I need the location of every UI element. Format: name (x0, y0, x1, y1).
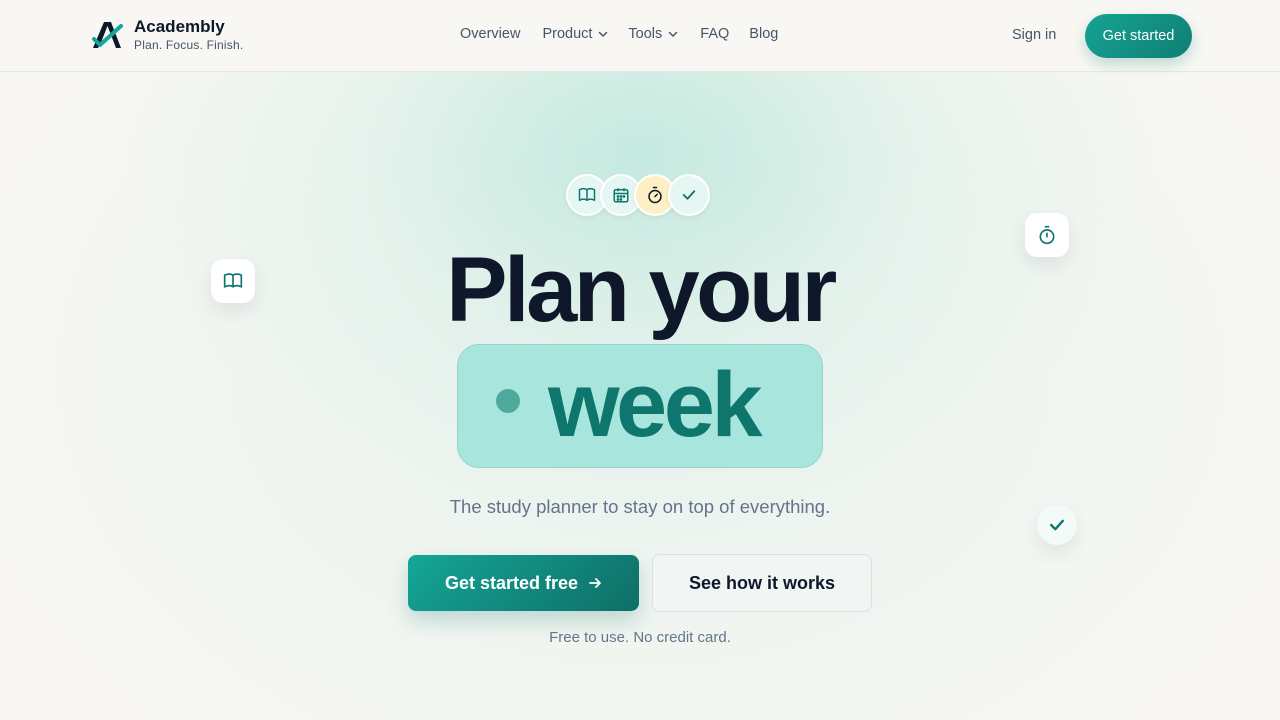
nav-item-blog[interactable]: Blog (749, 26, 778, 42)
hero-icon-cluster (566, 174, 710, 216)
hero-title: Plan your (446, 239, 837, 341)
logo-mark-icon (92, 22, 123, 48)
pill-dot (496, 389, 520, 413)
hero-highlight-pill: week (457, 344, 823, 468)
main-nav: Overview Product Tools FAQ Blog (460, 26, 778, 42)
nav-item-product[interactable]: Product (542, 26, 608, 42)
get-started-free-button[interactable]: Get started free (408, 555, 639, 611)
site-header: Academbly Plan. Focus. Finish. Overview … (0, 0, 1280, 72)
get-started-button[interactable]: Get started (1085, 14, 1192, 58)
nav-item-tools[interactable]: Tools (628, 26, 678, 42)
brand-name: Academbly (134, 17, 225, 36)
nav-item-overview[interactable]: Overview (460, 26, 520, 42)
fine-print: Free to use. No credit card. (549, 629, 731, 646)
brand-logo[interactable]: Academbly Plan. Focus. Finish. (90, 17, 243, 53)
hero-highlight-word: week (548, 354, 763, 456)
check-icon (668, 174, 710, 216)
hero-subtitle: The study planner to stay on top of ever… (449, 496, 831, 517)
nav-item-label: Product (542, 26, 593, 42)
nav-item-label: Blog (749, 26, 779, 42)
sign-in-link[interactable]: Sign in (1012, 27, 1056, 43)
see-how-it-works-button[interactable]: See how it works (652, 554, 872, 612)
arrow-right-icon (589, 578, 601, 588)
cta-label: Get started free (444, 572, 579, 593)
nav-item-label: Tools (628, 26, 663, 42)
brand-tagline: Plan. Focus. Finish. (134, 38, 244, 52)
chevron-down-icon (599, 31, 608, 38)
chevron-down-icon (669, 31, 678, 38)
nav-item-faq[interactable]: FAQ (700, 26, 729, 42)
nav-item-label: FAQ (700, 26, 730, 42)
nav-item-label: Overview (460, 26, 521, 42)
